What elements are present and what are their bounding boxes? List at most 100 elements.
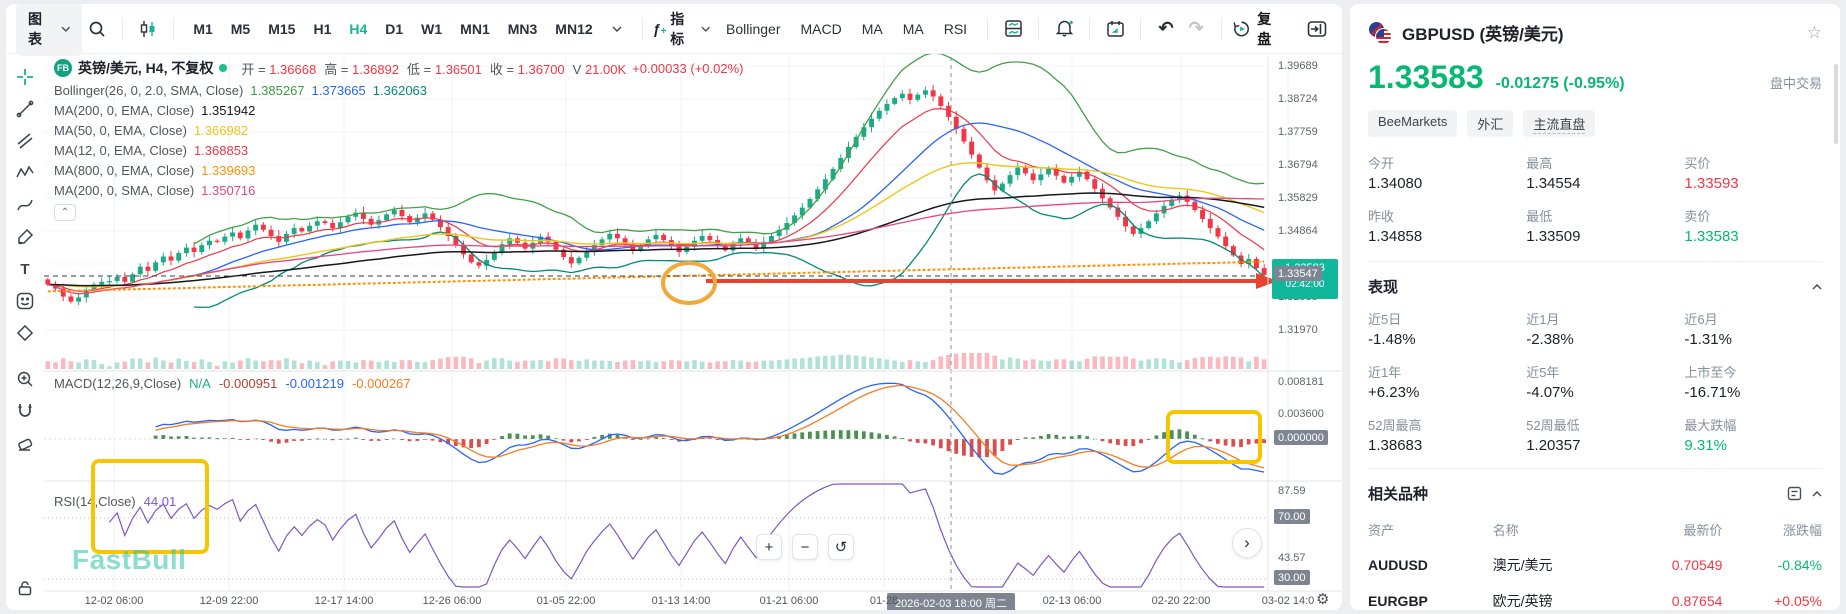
timeframe-H4[interactable]: H4 [340, 21, 376, 37]
lock-drawings-icon[interactable] [10, 573, 40, 603]
timeframe-expand-chevron[interactable] [602, 14, 632, 44]
indicator-legend[interactable]: MA(200, 0, SMA, Close)1.350716 [54, 183, 743, 198]
wave-pattern-tool-icon[interactable] [10, 158, 40, 188]
undo-icon[interactable]: ↶ [1151, 14, 1181, 44]
quick-indicator-macd-1[interactable]: MACD [791, 21, 852, 37]
drawing-toolbar: T [6, 54, 44, 609]
collapse-chevron-icon[interactable] [1812, 284, 1822, 290]
related-row-EURGBP[interactable]: EURGBP欧元/英镑0.87654+0.05% [1368, 583, 1822, 610]
divider [1221, 18, 1222, 40]
quick-indicator-ma-3[interactable]: MA [893, 21, 934, 37]
ohlc-value: 1.36501 [431, 62, 482, 77]
timeframe-M1[interactable]: M1 [184, 21, 221, 37]
ohlc-value: 1.36700 [514, 62, 565, 77]
reset-view-button[interactable]: ↺ [828, 534, 854, 560]
stat-52周最高: 52周最高1.38683 [1368, 415, 1526, 454]
indicator-legend[interactable]: MA(12, 0, EMA, Close)1.368853 [54, 143, 743, 158]
scroll-to-latest-button[interactable]: › [1232, 528, 1262, 558]
text-tool-icon[interactable]: T [10, 254, 40, 284]
chart-card: 图表 M1M5M15H1H4D1W1MN1MN3MN12 ƒ+ 指标 Bolli… [6, 4, 1342, 610]
divider [642, 18, 643, 40]
indicator-legend[interactable]: MA(200, 0, EMA, Close)1.351942 [54, 103, 743, 118]
candlestick-style-icon[interactable] [133, 14, 163, 44]
symbol-legend-row[interactable]: FB 英镑/美元, H4, 不复权 开 = 1.36668高 = 1.36892… [54, 58, 743, 78]
legend-collapse-button[interactable]: ⌃ [54, 204, 76, 221]
search-icon[interactable] [82, 14, 112, 44]
chart-plot-area[interactable]: FB 英镑/美元, H4, 不复权 开 = 1.36668高 = 1.36892… [44, 54, 1342, 609]
list-view-icon[interactable] [1787, 486, 1802, 501]
crosshair-tool-icon[interactable] [10, 62, 40, 92]
performance-section: 表现 近5日-1.48%近1月-2.38%近6月-1.31%近1年+6.23%近… [1368, 276, 1822, 469]
replay-button[interactable]: 复盘 [1232, 9, 1284, 49]
chart-type-menu[interactable]: 图表 [16, 4, 82, 56]
indicators-button[interactable]: ƒ+ 指标 [653, 9, 710, 49]
bar-change-value: +0.00033 (+0.02%) [632, 61, 743, 76]
timeframe-MN3[interactable]: MN3 [499, 21, 547, 37]
time-tick: 12-17 14:00 [315, 595, 374, 607]
annotation-yellow-box-rsi[interactable] [91, 459, 209, 554]
chart-settings-gear-icon[interactable]: ⚙ [1316, 590, 1329, 608]
eraser-tool-icon[interactable] [10, 428, 40, 458]
zoom-in-tool-icon[interactable] [10, 364, 40, 394]
time-tick: 03-02 14:0 [1262, 595, 1315, 607]
magnet-tool-icon[interactable] [10, 396, 40, 426]
macd-tick: 0.003600 [1278, 408, 1324, 420]
crosshair-date-label: 2026-02-03 18:00 周二 [887, 593, 1015, 610]
symbol-tags: BeeMarkets 外汇主流直盘 [1368, 110, 1822, 137]
indicator-legend[interactable]: MA(50, 0, EMA, Close)1.366982 [54, 123, 743, 138]
crosshair-price-label: 1.33547 [1274, 266, 1322, 281]
timeframe-W1[interactable]: W1 [412, 21, 451, 37]
stat-最高: 最高1.34554 [1526, 153, 1684, 192]
quick-indicator-bollinger-0[interactable]: Bollinger [716, 21, 790, 37]
timeframe-D1[interactable]: D1 [376, 21, 412, 37]
collapse-chevron-icon[interactable] [1812, 491, 1822, 497]
stat-买价: 买价1.33593 [1684, 153, 1822, 192]
divider [1140, 18, 1141, 40]
favorite-star-icon[interactable]: ☆ [1807, 23, 1822, 43]
shapes-tool-icon[interactable] [10, 318, 40, 348]
alert-bell-icon[interactable] [1049, 14, 1079, 44]
replay-icon [1232, 19, 1251, 39]
chart-toolbar: 图表 M1M5M15H1H4D1W1MN1MN3MN12 ƒ+ 指标 Bolli… [6, 4, 1342, 54]
macd-tick: 0.008181 [1278, 376, 1324, 388]
time-tick: 12-02 06:00 [85, 595, 144, 607]
tag-主流直盘[interactable]: 主流直盘 [1523, 110, 1595, 137]
indicator-legend-rows: Bollinger(26, 0, 2.0, SMA, Close)1.38526… [54, 83, 743, 198]
chart-legend: FB 英镑/美元, H4, 不复权 开 = 1.36668高 = 1.36892… [54, 58, 743, 221]
trend-line-tool-icon[interactable] [10, 94, 40, 124]
tag-外汇[interactable]: 外汇 [1467, 110, 1513, 137]
divider [987, 18, 988, 40]
price-tick: 1.39689 [1278, 60, 1318, 72]
tag-BeeMarkets[interactable]: BeeMarkets [1368, 110, 1457, 137]
performance-title: 表现 [1368, 276, 1812, 297]
collapse-panel-icon[interactable] [1302, 14, 1332, 44]
brush-tool-icon[interactable] [10, 222, 40, 252]
timeframe-M15[interactable]: M15 [259, 21, 304, 37]
emoji-tool-icon[interactable] [10, 286, 40, 316]
indicator-legend[interactable]: Bollinger(26, 0, 2.0, SMA, Close)1.38526… [54, 83, 743, 98]
time-tick: 01-28 [870, 595, 898, 607]
timeframe-H1[interactable]: H1 [304, 21, 340, 37]
related-row-AUDUSD[interactable]: AUDUSD澳元/美元0.70549-0.84% [1368, 547, 1822, 583]
parallel-channel-tool-icon[interactable] [10, 126, 40, 156]
curve-tool-icon[interactable] [10, 190, 40, 220]
layout-template-icon[interactable] [998, 14, 1028, 44]
chevron-down-icon [61, 26, 71, 32]
scrollbar-thumb[interactable] [1834, 64, 1838, 144]
zoom-out-button[interactable]: − [792, 534, 818, 560]
indicator-legend[interactable]: MA(800, 0, EMA, Close)1.339693 [54, 163, 743, 178]
timeframe-M5[interactable]: M5 [222, 21, 259, 37]
zoom-in-button[interactable]: + [756, 534, 782, 560]
macd-legend[interactable]: MACD(12,26,9,Close)N/A-0.000951-0.001219… [54, 376, 411, 391]
annotation-yellow-box-macd[interactable] [1166, 410, 1262, 464]
ohlc-values: 开 = 1.36668高 = 1.36892低 = 1.36501收 = 1.3… [233, 59, 626, 78]
timeframe-MN1[interactable]: MN1 [451, 21, 499, 37]
redo-icon[interactable]: ↷ [1181, 14, 1211, 44]
time-tick: 01-13 14:00 [652, 595, 711, 607]
timeframe-MN12[interactable]: MN12 [546, 21, 601, 37]
stat-昨收: 昨收1.34858 [1368, 206, 1526, 245]
quick-indicator-ma-2[interactable]: MA [852, 21, 893, 37]
quick-indicator-rsi-4[interactable]: RSI [934, 21, 977, 37]
price-tick: 1.38724 [1278, 93, 1318, 105]
economic-calendar-icon[interactable] [1100, 14, 1130, 44]
